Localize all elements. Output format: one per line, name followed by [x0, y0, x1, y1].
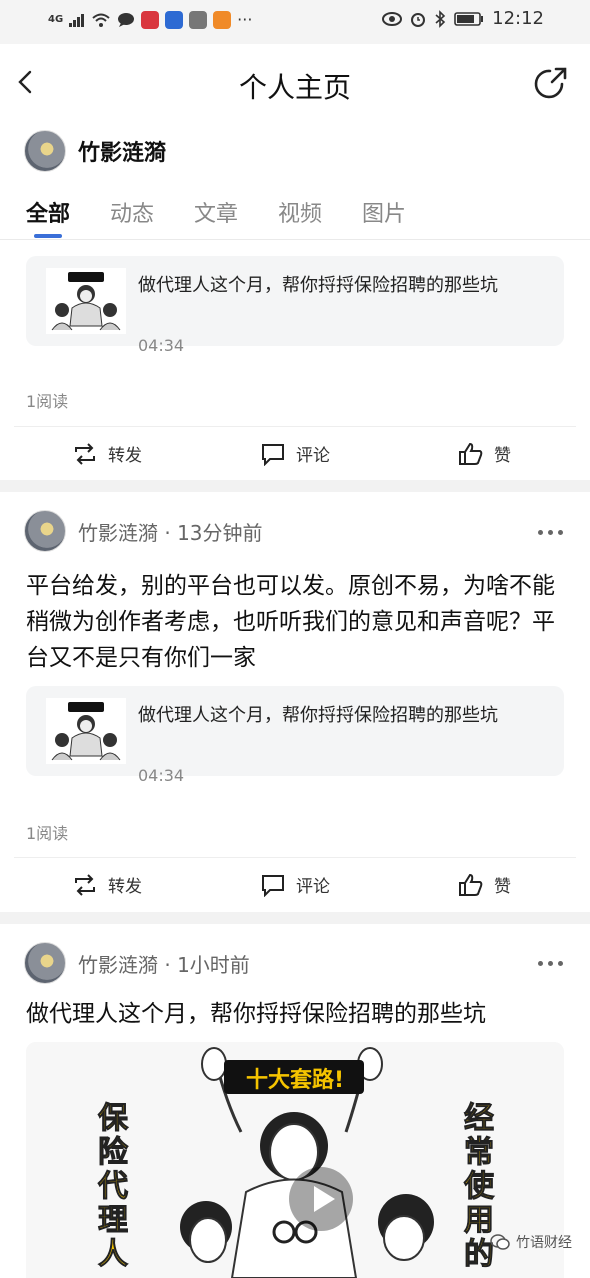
post-meta: 竹影涟漪 · 1小时前: [78, 949, 250, 978]
left-vertical-text: 保险代理人: [98, 1101, 129, 1272]
comment-button[interactable]: 评论: [260, 441, 330, 466]
app-icon-orange: [213, 10, 232, 29]
comment-button[interactable]: 评论: [260, 872, 330, 897]
more-options-icon[interactable]: [538, 961, 563, 966]
comment-label: 评论: [296, 446, 330, 466]
video-card-title: 做代理人这个月，帮你捋捋保险招聘的那些坑: [138, 275, 498, 296]
more-options-icon[interactable]: [538, 530, 563, 535]
banner-text: 十大套路!: [245, 1068, 345, 1093]
profile-name: 竹影涟漪: [78, 141, 167, 166]
meta-separator: ·: [158, 520, 178, 545]
tab-bar: 全部 动态 文章 视频 图片: [0, 188, 590, 240]
tab-articles[interactable]: 文章: [194, 196, 238, 228]
avatar[interactable]: [24, 130, 66, 172]
clock-time: 12:12: [492, 8, 544, 29]
status-bar: 4G ··· 12:12: [0, 0, 590, 44]
post-author[interactable]: 竹影涟漪: [78, 521, 158, 545]
read-count: 1阅读: [26, 392, 69, 411]
watermark-text: 竹语财经: [516, 1235, 572, 1251]
message-icon: [118, 12, 135, 27]
avatar[interactable]: [24, 510, 66, 552]
tab-images[interactable]: 图片: [362, 196, 406, 228]
like-label: 赞: [494, 446, 511, 466]
video-thumbnail[interactable]: [46, 698, 126, 764]
wifi-icon: [92, 13, 110, 27]
post-time: 1小时前: [177, 952, 250, 977]
network-label: 4G: [48, 14, 64, 25]
repost-icon: [75, 442, 95, 465]
battery-icon: [454, 11, 484, 26]
page-title: 个人主页: [238, 71, 351, 104]
repost-button[interactable]: 转发: [72, 872, 142, 897]
like-button[interactable]: 赞: [458, 872, 511, 897]
post-time: 13分钟前: [177, 520, 263, 545]
alarm-icon: [411, 12, 426, 27]
post-text: 平台给发，别的平台也可以发。原创不易，为啥不能稍微为创作者考虑，也听听我们的意见…: [26, 573, 555, 671]
video-duration: 04:34: [138, 336, 185, 355]
post-meta: 竹影涟漪 · 13分钟前: [78, 517, 263, 546]
read-count: 1阅读: [26, 824, 69, 843]
thumbs-up-icon: [459, 873, 483, 896]
like-button[interactable]: 赞: [458, 441, 511, 466]
repost-label: 转发: [108, 877, 142, 897]
video-card[interactable]: 做代理人这个月，帮你捋捋保险招聘的那些坑 04:34: [26, 256, 564, 355]
section-divider: [0, 480, 590, 492]
video-card[interactable]: 做代理人这个月，帮你捋捋保险招聘的那些坑 04:34: [26, 686, 564, 785]
play-icon: [314, 1186, 335, 1212]
watermark: 竹语财经: [490, 1232, 572, 1252]
tab-videos[interactable]: 视频: [278, 196, 322, 228]
eye-icon: [382, 11, 403, 26]
play-button[interactable]: [289, 1167, 353, 1231]
tab-dynamics[interactable]: 动态: [110, 196, 154, 228]
action-bar: 转发 评论 赞: [14, 426, 576, 482]
post-author[interactable]: 竹影涟漪: [78, 953, 158, 977]
share-icon[interactable]: [532, 64, 570, 102]
app-icon-blue: [165, 10, 184, 29]
repost-label: 转发: [108, 446, 142, 466]
comment-label: 评论: [296, 877, 330, 897]
video-card-title: 做代理人这个月，帮你捋捋保险招聘的那些坑: [138, 705, 498, 726]
comment-icon: [262, 443, 284, 466]
avatar[interactable]: [24, 942, 66, 984]
like-label: 赞: [494, 877, 511, 897]
signal-icon: [69, 13, 85, 27]
repost-button[interactable]: 转发: [72, 441, 142, 466]
video-cover-image[interactable]: 十大套路! 保险代理人 经常使用的: [26, 1042, 564, 1278]
app-icon-red: [141, 10, 160, 29]
nav-bar: 个人主页: [0, 44, 590, 124]
meta-separator: ·: [158, 952, 178, 977]
video-thumbnail[interactable]: [46, 268, 126, 334]
app-icon-gray: [189, 10, 208, 29]
post-header: 竹影涟漪 · 1小时前: [24, 942, 250, 984]
tab-all[interactable]: 全部: [26, 196, 70, 228]
profile-header[interactable]: 竹影涟漪: [24, 130, 166, 172]
more-notifications-icon: ···: [237, 10, 253, 29]
tab-indicator: [34, 234, 62, 238]
thumbs-up-icon: [459, 442, 483, 465]
wechat-icon: [490, 1234, 510, 1250]
post-header: 竹影涟漪 · 13分钟前: [24, 510, 263, 552]
repost-icon: [75, 873, 95, 896]
post-text: 做代理人这个月，帮你捋捋保险招聘的那些坑: [26, 1001, 486, 1027]
bluetooth-icon: [435, 9, 446, 28]
video-duration: 04:34: [138, 766, 185, 785]
section-divider: [0, 912, 590, 924]
comment-icon: [262, 874, 284, 897]
action-bar: 转发 评论 赞: [14, 857, 576, 913]
